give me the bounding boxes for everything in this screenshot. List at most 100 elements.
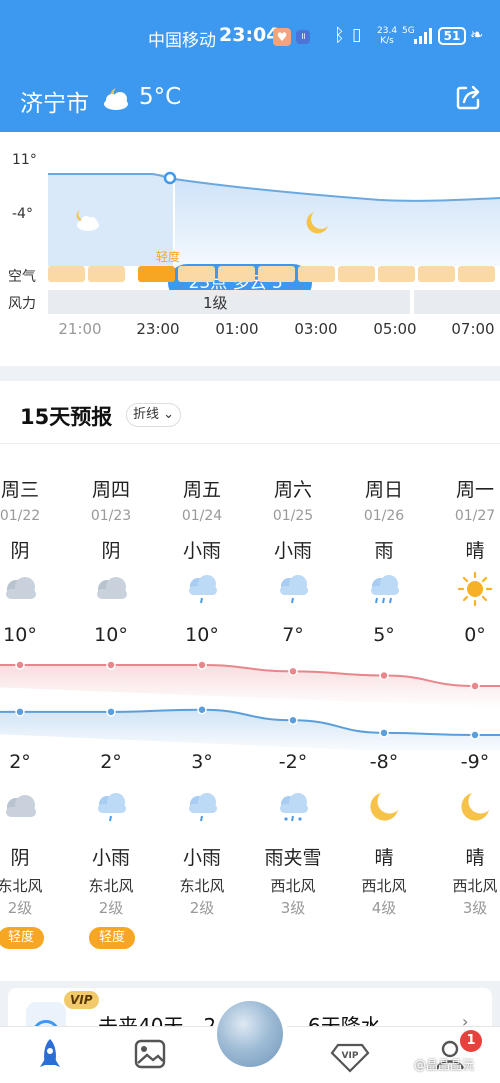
wind-level: 3级 (280, 899, 306, 917)
forecast-day-column[interactable]: 周一 01/27 晴 0° -9° 晴西北风 3级 (435, 381, 500, 981)
status-bar: 中国移动 23:04 ♥ ॥ ᛒ ▯ 23.4 K/s 5G 51 ❧ (0, 22, 500, 56)
high-temperature: 0° (464, 624, 486, 646)
aq-cell (418, 266, 455, 282)
hour-label: 05:00 (373, 320, 417, 338)
day-of-week: 周四 (91, 479, 130, 501)
picture-icon (134, 1039, 166, 1069)
night-condition: 晴 (465, 847, 485, 869)
bluetooth-icon: ᛒ (334, 25, 345, 46)
aq-cell (48, 266, 85, 282)
forecast-day-column[interactable]: 周六 01/25 小雨 7° -2° 雨夹雪 西北风 3级 (253, 381, 333, 981)
aq-cell (138, 266, 175, 282)
power-save-icon: ❧ (470, 25, 484, 44)
hourly-forecast-card[interactable]: 11° -4° 23点 多云 5° 轻度 空气 风力 1级 21:00 23:0… (0, 132, 500, 366)
night-condition: 小雨 (182, 847, 221, 869)
air-row-label: 空气 (8, 269, 36, 285)
forecast-day-column[interactable]: 周三 01/22 阴 10° 2° 阴东北风 2级 轻度 (0, 381, 60, 981)
wind-level: 2级 (189, 899, 215, 917)
day-of-week: 周一 (455, 479, 494, 501)
night-condition: 阴 (10, 847, 30, 869)
aq-cell (378, 266, 415, 282)
nav-moments[interactable]: 时景 (120, 1033, 180, 1083)
svg-text:VIP: VIP (342, 1051, 359, 1061)
air-quality-badge: 轻度 (89, 927, 135, 949)
day-date: 01/22 (0, 508, 41, 524)
wind-bar (414, 290, 500, 314)
share-icon[interactable] (454, 84, 482, 112)
nav-home[interactable]: 黑流 (20, 1033, 80, 1083)
notification-badge: 1 (460, 1030, 482, 1052)
night-condition: 小雨 (91, 847, 130, 869)
overcast-icon (91, 571, 131, 607)
current-hour-point (163, 171, 177, 185)
light-rain-icon (182, 571, 222, 607)
forecast-day-column[interactable]: 周日 01/26 雨 5° -8° 晴西北风 4级 (344, 381, 424, 981)
day-date: 01/27 (454, 508, 496, 524)
net-speed: 23.4 K/s (377, 26, 398, 46)
carrier-label: 中国移动 (148, 31, 216, 51)
nav-vip[interactable]: VIP 会员 (320, 1033, 380, 1083)
vibrate-icon: ▯ (352, 25, 362, 45)
city-name[interactable]: 济宁市 (20, 84, 89, 118)
high-temperature: 5° (373, 624, 395, 646)
air-quality-current: 轻度 (156, 250, 181, 264)
app-notification-icon: ॥ (296, 30, 310, 44)
sleet-icon (273, 789, 313, 825)
aq-cell (258, 266, 295, 282)
light-rain-icon (91, 789, 131, 825)
partly-cloudy-night-icon (104, 88, 128, 110)
signal-icon (414, 28, 432, 44)
low-temperature: -2° (278, 751, 308, 773)
health-app-icon: ♥ (273, 28, 291, 46)
day-of-week: 周六 (273, 479, 312, 501)
hour-label: 03:00 (294, 320, 338, 338)
overcast-icon (0, 571, 40, 607)
wind-level: 4级 (371, 899, 397, 917)
moon-icon (455, 789, 495, 825)
battery-icon: 51 (438, 27, 466, 45)
day-date: 01/25 (272, 508, 314, 524)
fifteen-day-forecast-card: 15天预报 折线 ⌄ 周三 01/22 阴 10° 2° 阴东北风 2级 轻度 周四 01/23 阴… (0, 381, 500, 981)
night-condition: 晴 (374, 847, 394, 869)
wind-direction: 西北风 (452, 877, 498, 895)
wind-direction: 东北风 (88, 877, 134, 895)
status-time: 23:04 (219, 24, 280, 46)
sun-icon (455, 571, 495, 607)
day-of-week: 周五 (182, 479, 221, 501)
wind-direction: 东北风 (0, 877, 43, 895)
forecast-day-column[interactable]: 周四 01/23 阴 10° 2° 小雨 东北风 2级 轻度 (71, 381, 151, 981)
watermark: @晶晶晶沅 (414, 1058, 475, 1072)
day-condition: 阴 (10, 540, 30, 562)
day-condition: 晴 (465, 540, 485, 562)
day-condition: 雨 (374, 540, 394, 562)
hour-label: 23:00 (136, 320, 180, 338)
light-rain-icon (182, 789, 222, 825)
low-temperature: -8° (369, 751, 399, 773)
wind-level: 2级 (98, 899, 124, 917)
wind-level: 1级 (203, 294, 228, 312)
air-quality-badge: 轻度 (0, 927, 44, 949)
vip-tag: VIP (64, 991, 99, 1009)
current-temperature: 5°C (139, 84, 182, 110)
day-of-week: 周三 (0, 479, 39, 501)
low-temperature: 2° (100, 751, 122, 773)
wind-direction: 西北风 (270, 877, 316, 895)
high-temperature: 7° (282, 624, 304, 646)
top-bar: 中国移动 23:04 ♥ ॥ ᛒ ▯ 23.4 K/s 5G 51 ❧ 济宁市 5… (0, 0, 500, 132)
forecast-day-column[interactable]: 周五 01/24 小雨 10° 3° 小雨 东北风 2级 (162, 381, 242, 981)
aq-cell (218, 266, 255, 282)
hour-label: 21:00 (58, 320, 102, 338)
high-temperature: 10° (94, 624, 128, 646)
day-of-week: 周日 (364, 479, 403, 501)
day-condition: 小雨 (182, 540, 221, 562)
aq-cell (88, 266, 125, 282)
light-rain-icon (273, 571, 313, 607)
rain-icon (364, 571, 404, 607)
low-temperature: -9° (460, 751, 490, 773)
live-weather-button[interactable] (212, 996, 288, 1072)
wind-level: 3级 (462, 899, 488, 917)
day-date: 01/24 (181, 508, 223, 524)
network-type: 5G (402, 26, 415, 36)
sky-thumbnail (217, 1001, 283, 1067)
app-header: 济宁市 5°C (0, 80, 500, 120)
